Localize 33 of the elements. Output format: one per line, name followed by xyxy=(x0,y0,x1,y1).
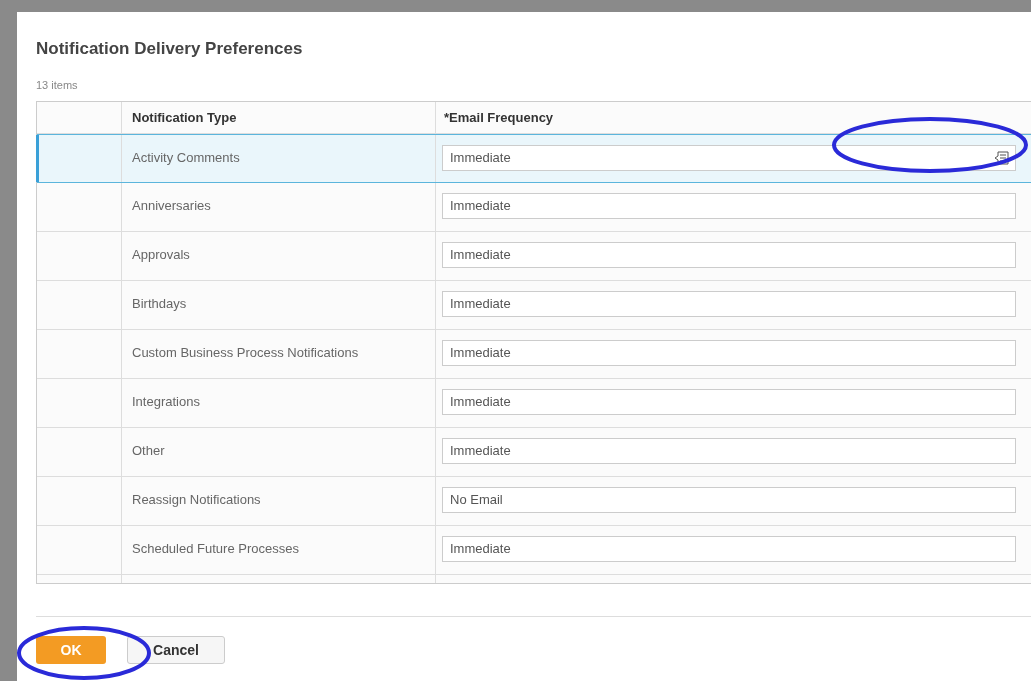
notification-type: Birthdays xyxy=(132,296,187,311)
frequency-field[interactable]: Immediate xyxy=(442,291,1016,317)
table-row[interactable]: Custom Business Process Notifications Immediate xyxy=(37,330,1031,379)
table-row[interactable]: Reassign Notifications No Email xyxy=(37,477,1031,526)
notification-type: Integrations xyxy=(132,394,200,409)
column-header: Notification Type xyxy=(122,102,436,133)
frequency-field[interactable]: Immediate xyxy=(442,438,1016,464)
item-count: 13 items xyxy=(36,77,79,93)
table-row[interactable]: Scheduled Future Processes Immediate xyxy=(37,526,1031,575)
notification-type: Anniversaries xyxy=(132,198,211,213)
dialog-title: Notification Delivery Preferences xyxy=(36,38,304,60)
frequency-field[interactable]: Immediate xyxy=(442,340,1016,366)
table-row[interactable]: Anniversaries Immediate xyxy=(37,183,1031,232)
notification-type: Approvals xyxy=(132,247,190,262)
table-row[interactable]: Activity Comments Immediate xyxy=(37,134,1031,183)
column-header: *Email Frequency xyxy=(443,108,555,127)
frequency-field[interactable]: Immediate xyxy=(442,389,1016,415)
table-row[interactable]: Birthdays Immediate xyxy=(37,281,1031,330)
list-prompt-icon[interactable] xyxy=(994,151,1010,165)
notification-type: Reassign Notifications xyxy=(132,492,261,507)
frequency-field[interactable]: Immediate xyxy=(442,145,1016,171)
frequency-field[interactable]: Immediate xyxy=(442,193,1016,219)
frequency-field[interactable]: Immediate xyxy=(442,536,1016,562)
frequency-field[interactable]: Immediate xyxy=(442,242,1016,268)
notification-type: Custom Business Process Notifications xyxy=(132,345,359,360)
table-row[interactable]: Approvals Immediate xyxy=(37,232,1031,281)
frequency-field[interactable]: No Email xyxy=(442,487,1016,513)
notification-type: Other xyxy=(132,443,165,458)
table-row[interactable]: Other Immediate xyxy=(37,428,1031,477)
notification-type: Scheduled Future Processes xyxy=(132,541,299,556)
table-row[interactable]: Integrations Immediate xyxy=(37,379,1031,428)
notification-type: Activity Comments xyxy=(132,150,240,165)
cancel-button[interactable]: Cancel xyxy=(127,636,225,664)
